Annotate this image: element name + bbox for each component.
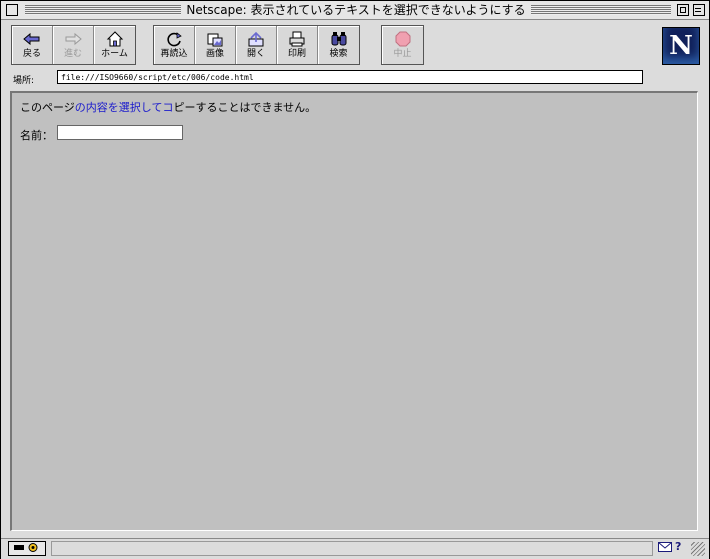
find-label: 検索 bbox=[329, 49, 348, 59]
stop-icon bbox=[395, 31, 410, 47]
forward-label: 進む bbox=[63, 49, 82, 59]
location-input[interactable]: file:///ISO9660/script/etc/006/code.html bbox=[57, 70, 643, 84]
home-icon bbox=[106, 31, 123, 47]
open-label: 開く bbox=[246, 49, 265, 59]
home-label: ホーム bbox=[101, 49, 128, 59]
title-bar[interactable]: Netscape: 表示されているテキストを選択できないようにする bbox=[1, 1, 709, 20]
message-link[interactable]: の内容を選択してコ bbox=[75, 101, 174, 114]
print-icon bbox=[289, 31, 305, 47]
collapse-box[interactable] bbox=[693, 4, 705, 16]
location-bar: 場所: file:///ISO9660/script/etc/006/code.… bbox=[1, 69, 709, 89]
message-text: このページ bbox=[20, 101, 75, 114]
browser-window: Netscape: 表示されているテキストを選択できないようにする 戻る 進む bbox=[0, 0, 710, 559]
reload-button[interactable]: 再読込 bbox=[154, 26, 195, 64]
page-message: このページの内容を選択してコピーすることはできません。 bbox=[20, 99, 316, 115]
nav-button-group: 戻る 進む ホーム bbox=[11, 25, 136, 65]
resize-grip-icon[interactable] bbox=[691, 542, 705, 556]
netscape-logo[interactable]: N bbox=[662, 27, 700, 65]
stop-label: 中止 bbox=[393, 49, 412, 59]
help-icon[interactable]: ? bbox=[675, 540, 681, 553]
status-message bbox=[51, 541, 653, 556]
location-label: 場所: bbox=[13, 76, 35, 86]
title-stripes bbox=[25, 5, 181, 15]
name-label: 名前： bbox=[20, 129, 53, 142]
images-button[interactable]: 画像 bbox=[195, 26, 236, 64]
images-label: 画像 bbox=[205, 49, 224, 59]
name-input[interactable] bbox=[57, 125, 183, 140]
status-bar: ? bbox=[1, 538, 709, 559]
back-arrow-icon bbox=[23, 32, 40, 46]
open-button[interactable]: 開く bbox=[236, 26, 277, 64]
back-label: 戻る bbox=[22, 49, 41, 59]
window-title: Netscape: 表示されているテキストを選択できないようにする bbox=[181, 3, 531, 17]
zoom-box[interactable] bbox=[677, 4, 689, 16]
title-stripes bbox=[531, 5, 671, 15]
images-icon bbox=[207, 33, 223, 47]
back-button[interactable]: 戻る bbox=[12, 26, 53, 64]
find-button[interactable]: 検索 bbox=[318, 26, 359, 64]
reload-icon bbox=[167, 32, 182, 47]
print-button[interactable]: 印刷 bbox=[277, 26, 318, 64]
home-button[interactable]: ホーム bbox=[94, 26, 135, 64]
open-icon bbox=[248, 31, 264, 47]
close-box[interactable] bbox=[6, 4, 18, 16]
security-icon bbox=[14, 543, 38, 552]
reload-label: 再読込 bbox=[160, 49, 188, 59]
print-label: 印刷 bbox=[287, 49, 306, 59]
stop-button[interactable]: 中止 bbox=[382, 26, 423, 64]
forward-button[interactable]: 進む bbox=[53, 26, 94, 64]
forward-arrow-icon bbox=[65, 32, 82, 46]
stop-button-group: 中止 bbox=[381, 25, 424, 65]
navigation-toolbar: 戻る 進む ホーム 再読込 画像 開く 印刷 検索 中止 N bbox=[1, 20, 709, 68]
message-text: ピーすることはできません。 bbox=[173, 101, 317, 114]
find-binoculars-icon bbox=[331, 32, 346, 46]
page-button-group: 再読込 画像 開く 印刷 検索 bbox=[153, 25, 360, 65]
page-content: このページの内容を選択してコピーすることはできません。 名前： bbox=[10, 91, 698, 531]
lock-key-icon[interactable] bbox=[8, 541, 46, 556]
mail-icon[interactable] bbox=[658, 542, 672, 552]
